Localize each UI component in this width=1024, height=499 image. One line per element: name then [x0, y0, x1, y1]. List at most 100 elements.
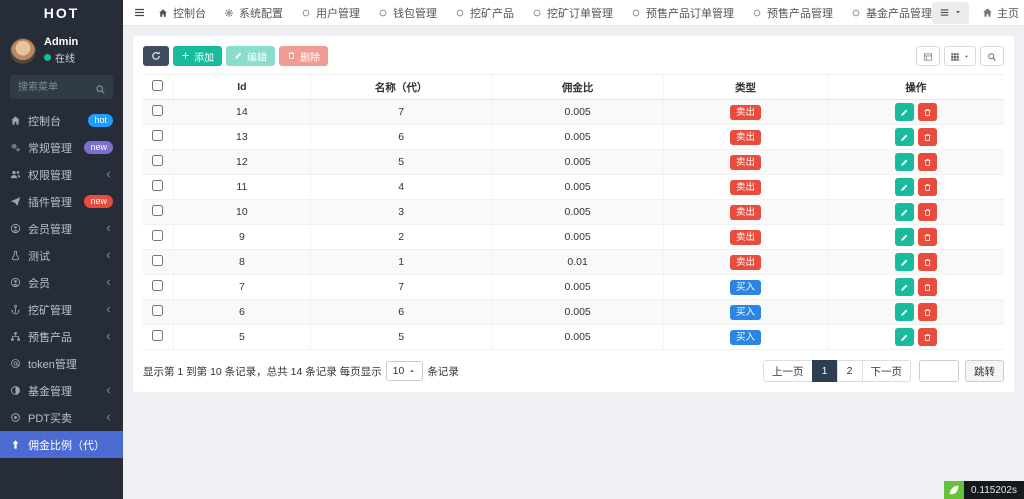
edit-button[interactable]: 编辑 [226, 46, 275, 66]
row-delete-button[interactable] [918, 103, 937, 121]
circle-icon [851, 8, 861, 18]
row-delete-button[interactable] [918, 228, 937, 246]
row-delete-button[interactable] [918, 153, 937, 171]
row-checkbox[interactable] [152, 105, 163, 116]
jump-page-input[interactable] [919, 360, 959, 382]
toolbar-right [916, 46, 1004, 66]
cell-name: 7 [311, 275, 492, 300]
sidebar-item[interactable]: 控制台hot [0, 107, 123, 134]
sidebar-item[interactable]: token管理 [0, 350, 123, 377]
sidebar-item[interactable]: 佣金比例（代） [0, 431, 123, 458]
select-all-checkbox[interactable] [152, 80, 163, 91]
circle-icon [455, 8, 465, 18]
row-delete-button[interactable] [918, 278, 937, 296]
per-page-select[interactable]: 10 [386, 361, 424, 381]
tab[interactable]: 预售产品订单管理 [631, 5, 734, 21]
sidebar-item-label: 佣金比例（代） [28, 437, 113, 453]
add-button[interactable]: 添加 [173, 46, 222, 66]
row-edit-button[interactable] [895, 253, 914, 271]
home-link[interactable]: 主页 [982, 5, 1019, 21]
row-checkbox[interactable] [152, 330, 163, 341]
sidebar-item-label: 基金管理 [28, 383, 104, 399]
row-checkbox[interactable] [152, 180, 163, 191]
sidebar-item[interactable]: 挖矿管理 [0, 296, 123, 323]
type-badge: 买入 [730, 280, 761, 295]
refresh-button[interactable] [143, 46, 169, 66]
cell-name: 5 [311, 325, 492, 350]
menu-toggle-icon[interactable] [133, 6, 146, 19]
sidebar-item[interactable]: 预售产品 [0, 323, 123, 350]
detail-view-button[interactable] [916, 46, 940, 66]
next-page-button[interactable]: 下一页 [862, 360, 912, 382]
cell-id: 12 [173, 150, 311, 175]
row-checkbox[interactable] [152, 305, 163, 316]
tab[interactable]: 挖矿订单管理 [532, 5, 613, 21]
type-badge: 卖出 [730, 130, 761, 145]
search-toggle-button[interactable] [980, 46, 1004, 66]
sidebar-item[interactable]: 基金管理 [0, 377, 123, 404]
sidebar-item[interactable]: PDT买卖 [0, 404, 123, 431]
tabs-dropdown-button[interactable] [932, 2, 969, 24]
row-edit-button[interactable] [895, 153, 914, 171]
app-logo: HOT [0, 0, 123, 26]
column-header: 类型 [664, 75, 828, 100]
row-checkbox[interactable] [152, 155, 163, 166]
cell-id: 7 [173, 275, 311, 300]
row-checkbox[interactable] [152, 205, 163, 216]
tab[interactable]: 挖矿产品 [455, 5, 514, 21]
page-button[interactable]: 2 [837, 360, 863, 382]
row-checkbox[interactable] [152, 280, 163, 291]
menu-badge: new [84, 141, 113, 154]
sidebar-item-label: 预售产品 [28, 329, 104, 345]
row-edit-button[interactable] [895, 303, 914, 321]
tab[interactable]: 系统配置 [224, 5, 283, 21]
sidebar-item[interactable]: 插件管理new [0, 188, 123, 215]
prev-page-button[interactable]: 上一页 [763, 360, 813, 382]
chevron-left-icon [104, 305, 113, 314]
caret-up-icon [408, 365, 416, 377]
row-edit-button[interactable] [895, 228, 914, 246]
users-icon [10, 169, 21, 180]
sidebar-item[interactable]: 权限管理 [0, 161, 123, 188]
column-header: 操作 [827, 75, 1004, 100]
tab[interactable]: 基金产品管理 [851, 5, 932, 21]
gears-icon [10, 142, 21, 153]
row-edit-button[interactable] [895, 328, 914, 346]
tab[interactable]: 预售产品管理 [752, 5, 833, 21]
row-edit-button[interactable] [895, 178, 914, 196]
row-delete-button[interactable] [918, 178, 937, 196]
row-delete-button[interactable] [918, 128, 937, 146]
records-info-suffix: 条记录 [427, 364, 459, 379]
menu-badge: new [84, 195, 113, 208]
row-edit-button[interactable] [895, 128, 914, 146]
row-delete-button[interactable] [918, 303, 937, 321]
cell-rate: 0.005 [492, 150, 664, 175]
tab-label: 基金产品管理 [866, 5, 932, 21]
row-edit-button[interactable] [895, 103, 914, 121]
user-status: 在线 [44, 50, 78, 65]
row-edit-button[interactable] [895, 278, 914, 296]
sidebar-item[interactable]: 测试 [0, 242, 123, 269]
row-checkbox[interactable] [152, 255, 163, 266]
row-edit-button[interactable] [895, 203, 914, 221]
sidebar-item[interactable]: 会员管理 [0, 215, 123, 242]
row-delete-button[interactable] [918, 328, 937, 346]
row-checkbox[interactable] [152, 130, 163, 141]
page-button[interactable]: 1 [812, 360, 838, 382]
tab[interactable]: 钱包管理 [378, 5, 437, 21]
thinkphp-leaf-icon [944, 481, 964, 499]
tab[interactable]: 控制台 [158, 5, 206, 21]
sidebar-item[interactable]: 会员 [0, 269, 123, 296]
row-checkbox[interactable] [152, 230, 163, 241]
delete-button[interactable]: 删除 [279, 46, 328, 66]
jump-button[interactable]: 跳转 [965, 360, 1004, 382]
online-dot-icon [44, 54, 51, 61]
table-row: 770.005买入 [143, 275, 1004, 300]
row-delete-button[interactable] [918, 253, 937, 271]
type-badge: 买入 [730, 305, 761, 320]
row-delete-button[interactable] [918, 203, 937, 221]
sidebar-item[interactable]: 常规管理new [0, 134, 123, 161]
columns-button[interactable] [944, 46, 976, 66]
tab[interactable]: 用户管理 [301, 5, 360, 21]
circle-icon [301, 8, 311, 18]
